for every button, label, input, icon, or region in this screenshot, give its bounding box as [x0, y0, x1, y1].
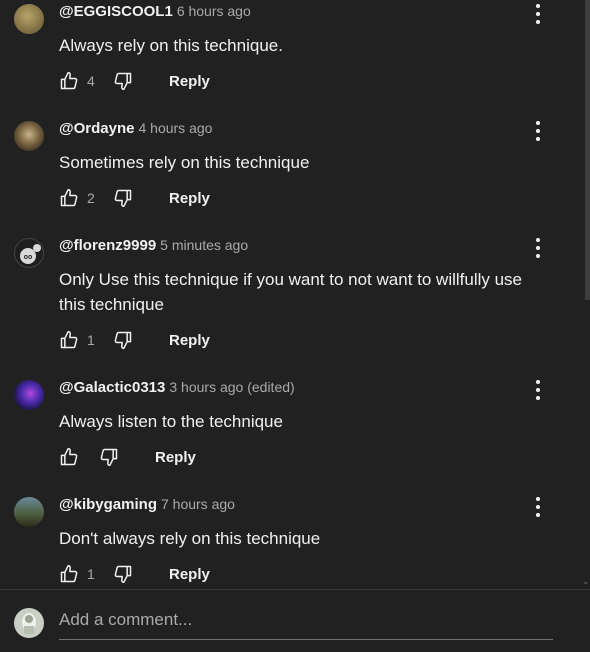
comment-text: Always listen to the technique	[59, 412, 283, 431]
like-icon[interactable]	[59, 564, 79, 584]
comment-item: @kibygaming 7 hours ago Don't always rely…	[0, 493, 585, 588]
like-count: 2	[87, 190, 95, 206]
like-count: 4	[87, 73, 95, 89]
like-count: 1	[87, 566, 95, 582]
like-icon[interactable]	[59, 330, 79, 350]
avatar[interactable]	[14, 497, 44, 527]
comment-item: oo @florenz9999 5 minutes ago Only Use th…	[0, 234, 585, 376]
reply-button[interactable]: Reply	[169, 332, 210, 349]
comment-header: @EGGISCOOL1 6 hours ago	[59, 3, 251, 20]
more-actions-icon[interactable]	[528, 119, 548, 143]
comments-list: @EGGISCOOL1 6 hours ago Always rely on th…	[0, 0, 585, 588]
dislike-icon[interactable]	[113, 188, 133, 208]
more-actions-icon[interactable]	[528, 378, 548, 402]
comment-text: Always rely on this technique.	[59, 36, 283, 55]
like-count: 1	[87, 332, 95, 348]
author-handle[interactable]: @Ordayne	[59, 120, 134, 137]
dislike-icon[interactable]	[113, 330, 133, 350]
dislike-icon[interactable]	[99, 447, 119, 467]
comment-text: Only Use this technique if you want to n…	[59, 270, 523, 314]
author-handle[interactable]: @EGGISCOOL1	[59, 3, 173, 20]
comment-header: @Galactic0313 3 hours ago (edited)	[59, 379, 295, 396]
author-handle[interactable]: @kibygaming	[59, 496, 157, 513]
like-icon[interactable]	[59, 188, 79, 208]
comment-actions: Reply	[59, 445, 196, 469]
scroll-down-icon[interactable]: ⌄	[582, 576, 590, 587]
more-actions-icon[interactable]	[528, 495, 548, 519]
scrollbar[interactable]	[585, 0, 590, 300]
comment-time[interactable]: 3 hours ago (edited)	[169, 379, 294, 395]
dislike-icon[interactable]	[113, 564, 133, 584]
svg-text:oo: oo	[24, 254, 33, 261]
like-icon[interactable]	[59, 71, 79, 91]
avatar[interactable]	[14, 121, 44, 151]
avatar[interactable]: oo	[14, 238, 44, 268]
comment-text: Sometimes rely on this technique	[59, 153, 310, 172]
comment-time[interactable]: 4 hours ago	[138, 120, 212, 136]
more-actions-icon[interactable]	[528, 2, 548, 26]
comment-text: Don't always rely on this technique	[59, 529, 321, 548]
comment-time[interactable]: 6 hours ago	[177, 3, 251, 19]
comment-header: @florenz9999 5 minutes ago	[59, 237, 248, 254]
more-actions-icon[interactable]	[528, 236, 548, 260]
reply-button[interactable]: Reply	[155, 449, 196, 466]
reply-button[interactable]: Reply	[169, 73, 210, 90]
reply-button[interactable]: Reply	[169, 566, 210, 583]
author-handle[interactable]: @florenz9999	[59, 237, 156, 254]
dislike-icon[interactable]	[113, 71, 133, 91]
comment-header: @Ordayne 4 hours ago	[59, 120, 212, 137]
user-avatar[interactable]	[14, 608, 44, 638]
comment-time[interactable]: 7 hours ago	[161, 496, 235, 512]
comment-actions: 1 Reply	[59, 328, 210, 352]
avatar[interactable]	[14, 4, 44, 34]
divider	[0, 589, 590, 590]
add-comment-input[interactable]: Add a comment...	[59, 610, 553, 640]
author-handle[interactable]: @Galactic0313	[59, 379, 165, 396]
comment-item: @Ordayne 4 hours ago Sometimes rely on th…	[0, 117, 585, 234]
like-icon[interactable]	[59, 447, 79, 467]
comment-actions: 1 Reply	[59, 562, 210, 586]
comment-time[interactable]: 5 minutes ago	[160, 237, 248, 253]
comment-item: @EGGISCOOL1 6 hours ago Always rely on th…	[0, 0, 585, 117]
comment-header: @kibygaming 7 hours ago	[59, 496, 235, 513]
comment-actions: 2 Reply	[59, 186, 210, 210]
avatar[interactable]	[14, 380, 44, 410]
reply-button[interactable]: Reply	[169, 190, 210, 207]
comment-actions: 4 Reply	[59, 69, 210, 93]
comment-item: @Galactic0313 3 hours ago (edited) Always…	[0, 376, 585, 493]
